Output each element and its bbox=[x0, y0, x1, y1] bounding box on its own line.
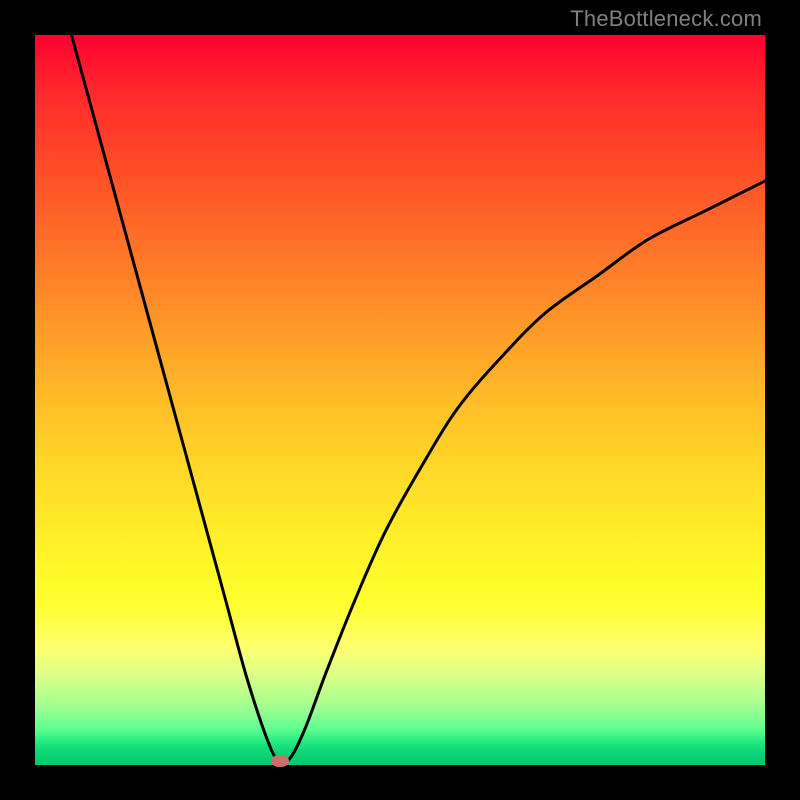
chart-frame: TheBottleneck.com bbox=[0, 0, 800, 800]
bottleneck-curve bbox=[72, 35, 766, 763]
plot-area bbox=[35, 35, 765, 765]
curve-svg bbox=[35, 35, 765, 765]
attribution-text: TheBottleneck.com bbox=[570, 6, 762, 32]
min-marker bbox=[271, 755, 289, 767]
